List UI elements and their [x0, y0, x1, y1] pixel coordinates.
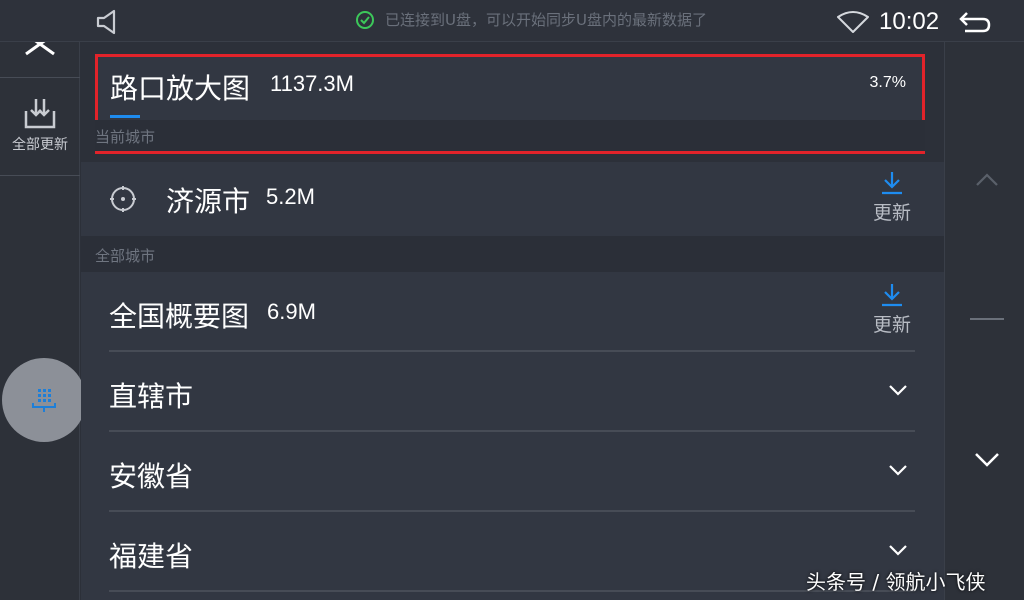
download-icon: [882, 284, 902, 307]
region-name: 直辖市: [109, 380, 194, 413]
location-icon: [110, 186, 136, 212]
city-name: 济源市: [166, 185, 251, 218]
status-notice-text: 已连接到U盘，可以开始同步U盘内的最新数据了: [385, 11, 707, 29]
map-download-list: 路口放大图 1137.3M 3.7% 当前城市 济源市 5.2M 更新 全部城市: [81, 42, 944, 600]
check-circle-icon: [356, 10, 374, 29]
watermark: 头条号 / 领航小飞侠: [806, 570, 986, 594]
download-icon: [882, 172, 902, 195]
region-name: 福建省: [109, 540, 194, 573]
city-size: 5.2M: [266, 184, 315, 209]
region-name: 全国概要图: [109, 300, 250, 333]
chevron-down-icon[interactable]: [887, 382, 909, 398]
update-label: 更新: [872, 314, 911, 336]
chevron-down-icon[interactable]: [887, 542, 909, 558]
chevron-down-icon[interactable]: [887, 462, 909, 478]
keypad-icon: [32, 389, 56, 412]
current-city-item[interactable]: 济源市 5.2M 更新: [81, 162, 944, 236]
sidebar-divider: [0, 175, 80, 176]
section-label: 全部城市: [95, 247, 156, 265]
list-item[interactable]: 直辖市: [109, 352, 915, 432]
scroll-indicator[interactable]: [970, 318, 1004, 320]
progress-fill: [110, 115, 140, 118]
section-label: 当前城市: [95, 128, 156, 146]
status-bar: 已连接到U盘，可以开始同步U盘内的最新数据了 10:02: [0, 0, 1024, 42]
clock: 10:02: [879, 8, 940, 35]
update-all-label: 全部更新: [12, 137, 68, 153]
downloading-size: 1137.3M: [270, 71, 354, 96]
keypad-button[interactable]: [2, 358, 86, 442]
update-all-button[interactable]: 全部更新: [0, 95, 80, 154]
list-item[interactable]: 福建省: [109, 512, 915, 592]
update-label: 更新: [872, 202, 911, 224]
downloading-name: 路口放大图: [110, 72, 251, 105]
chevron-down-icon[interactable]: [973, 450, 1001, 468]
list-item[interactable]: 安徽省: [109, 432, 915, 512]
chevron-up-icon[interactable]: [974, 172, 1000, 188]
list-item[interactable]: 全国概要图 6.9M 更新: [109, 272, 915, 352]
downloading-item[interactable]: 路口放大图 1137.3M 3.7% 当前城市: [95, 54, 925, 154]
all-cities-list: 全国概要图 6.9M 更新 直辖市 安徽省 福建省: [81, 272, 944, 600]
wifi-icon: [837, 11, 869, 33]
progress-bar: [110, 115, 910, 118]
downloading-percent: 3.7%: [869, 74, 906, 91]
region-name: 安徽省: [109, 460, 194, 493]
update-button[interactable]: 更新: [867, 282, 917, 337]
back-arrow-icon[interactable]: [957, 9, 993, 35]
sidebar: 全部更新: [0, 0, 80, 600]
download-box-icon: [24, 99, 56, 129]
speaker-icon[interactable]: [94, 8, 122, 36]
status-notice: 已连接到U盘，可以开始同步U盘内的最新数据了: [355, 9, 707, 30]
section-header-all-cities: 全部城市: [81, 236, 944, 272]
region-size: 6.9M: [267, 299, 316, 324]
scroll-rail: [944, 42, 1024, 600]
section-header-current-city: 当前城市: [95, 120, 925, 151]
sidebar-divider: [0, 77, 80, 78]
update-button[interactable]: 更新: [867, 170, 917, 225]
